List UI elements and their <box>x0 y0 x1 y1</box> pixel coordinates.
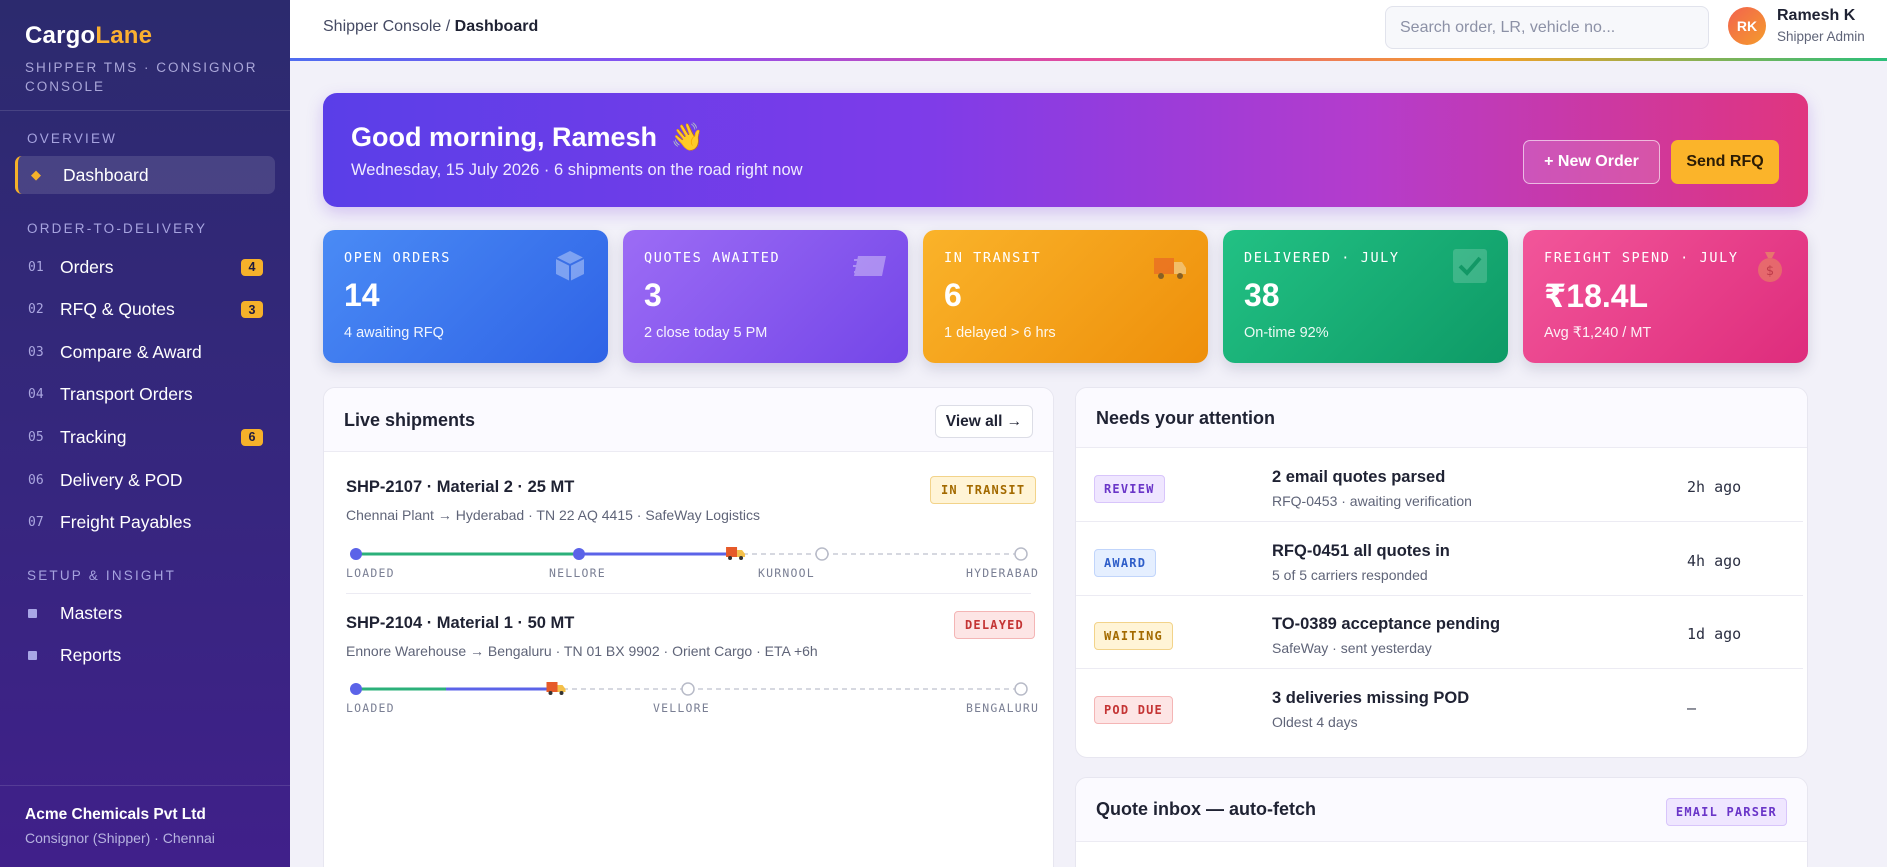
view-all-button[interactable]: View all → <box>935 405 1033 438</box>
attention-item[interactable]: AWARD RFQ-0451 all quotes in 5 of 5 carr… <box>1076 523 1803 596</box>
check-icon <box>1453 249 1487 283</box>
avatar[interactable]: RK <box>1728 7 1766 45</box>
nav-section-otd: ORDER-TO-DELIVERY <box>27 221 208 236</box>
welcome-banner: Good morning, Ramesh 👋 Wednesday, 15 Jul… <box>323 93 1808 207</box>
shipment-row[interactable]: SHP-2107 · Material 2 · 25 MT Chennai Pl… <box>346 478 1031 523</box>
shipment-row[interactable]: SHP-2104 · Material 1 · 50 MT Ennore War… <box>346 614 1031 659</box>
track-line <box>350 547 1028 561</box>
new-order-button[interactable]: + New Order <box>1523 140 1660 184</box>
top-header: Shipper Console / Dashboard Search order… <box>290 0 1887 61</box>
brand: CargoLane SHIPPER TMS · CONSIGNOR CONSOL… <box>0 0 290 111</box>
attention-badge: POD DUE <box>1094 696 1173 724</box>
user-role: Shipper Admin <box>1777 29 1865 44</box>
sidebar-item-compare-award[interactable]: 03 Compare & Award <box>15 333 275 371</box>
attention-item[interactable]: WAITING TO-0389 acceptance pending SafeW… <box>1076 596 1803 669</box>
truck-icon <box>546 682 566 695</box>
breadcrumb: Shipper Console / Dashboard <box>323 18 539 35</box>
stop-dot <box>1014 547 1028 561</box>
stat-card-freight-spend[interactable]: FREIGHT SPEND · JULY ₹18.4L Avg ₹1,240 /… <box>1523 230 1808 363</box>
sidebar-item-freight-payables[interactable]: 07 Freight Payables <box>15 504 275 542</box>
attention-badge: AWARD <box>1094 549 1157 577</box>
stat-card-delivered[interactable]: DELIVERED · JULY 38 On-time 92% <box>1223 230 1508 363</box>
user-name[interactable]: Ramesh K <box>1777 7 1855 25</box>
sidebar-item-tracking[interactable]: 05 Tracking 6 <box>15 418 275 456</box>
attention-badge: WAITING <box>1094 622 1173 650</box>
stop-dot <box>1014 682 1028 696</box>
dashboard-icon: ◆ <box>31 167 41 182</box>
brand-subtitle: SHIPPER TMS · CONSIGNOR CONSOLE <box>25 60 258 94</box>
nav-section-overview: OVERVIEW <box>27 131 118 146</box>
reports-icon <box>15 648 60 663</box>
send-rfq-button[interactable]: Send RFQ <box>1671 140 1779 184</box>
shipment-track: LOADED VELLORE BENGALURU <box>346 679 1038 719</box>
stop-dot <box>681 682 695 696</box>
stop-dot <box>350 683 362 695</box>
live-shipments-title: Live shipments <box>344 410 476 430</box>
track-line <box>350 682 1028 696</box>
breadcrumb-root[interactable]: Shipper Console <box>323 18 441 35</box>
attention-item[interactable]: POD DUE 3 deliveries missing POD Oldest … <box>1076 670 1803 743</box>
company-info: Acme Chemicals Pvt Ltd Consignor (Shippe… <box>0 785 290 867</box>
truck-icon <box>1154 258 1186 279</box>
count-badge: 6 <box>241 428 263 446</box>
stat-card-in-transit[interactable]: IN TRANSIT 6 1 delayed > 6 hrs <box>923 230 1208 363</box>
company-sub: Consignor (Shipper) · Chennai <box>25 830 215 846</box>
sidebar-item-dashboard[interactable]: ◆ Dashboard <box>15 156 275 194</box>
sidebar-item-transport-orders[interactable]: 04 Transport Orders <box>15 376 275 414</box>
sidebar: CargoLane SHIPPER TMS · CONSIGNOR CONSOL… <box>0 0 290 867</box>
greeting-subtitle: Wednesday, 15 July 2026 · 6 shipments on… <box>351 161 803 179</box>
attention-item[interactable]: REVIEW 2 email quotes parsed RFQ-0453 · … <box>1076 449 1803 522</box>
attention-title: Needs your attention <box>1096 408 1276 428</box>
stop-dot <box>573 548 585 560</box>
sidebar-item-masters[interactable]: Masters <box>15 594 275 632</box>
box-icon <box>555 251 585 281</box>
quote-inbox-title: Quote inbox — auto-fetch <box>1096 799 1316 819</box>
status-badge: IN TRANSIT <box>930 476 1037 504</box>
nav-section-setup: SETUP & INSIGHT <box>27 568 177 583</box>
company-name: Acme Chemicals Pvt Ltd <box>25 806 206 823</box>
masters-icon <box>15 606 60 621</box>
attention-badge: REVIEW <box>1094 475 1165 503</box>
status-badge: DELAYED <box>954 611 1035 639</box>
count-badge: 3 <box>241 301 263 319</box>
quote-icon <box>853 256 886 276</box>
wave-icon: 👋 <box>670 122 705 152</box>
stop-dot <box>815 547 829 561</box>
quote-inbox-panel: Quote inbox — auto-fetch EMAIL PARSER <box>1075 777 1808 867</box>
breadcrumb-current: Dashboard <box>454 18 539 35</box>
brand-logo[interactable]: CargoLane <box>25 22 265 50</box>
truck-icon <box>726 547 746 560</box>
svg-text:$: $ <box>1766 264 1774 279</box>
attention-panel: Needs your attention REVIEW 2 email quot… <box>1075 387 1808 758</box>
sidebar-item-orders[interactable]: 01 Orders 4 <box>15 248 275 286</box>
greeting: Good morning, Ramesh 👋 <box>351 122 705 152</box>
count-badge: 4 <box>241 258 263 276</box>
sidebar-item-reports[interactable]: Reports <box>15 636 275 674</box>
money-bag-icon: $ <box>1758 252 1782 282</box>
header-accent-line <box>290 58 1887 61</box>
live-shipments-panel: Live shipments View all → SHP-2107 · Mat… <box>323 387 1054 867</box>
shipment-track: LOADED NELLORE KURNOOL HYDERABAD <box>346 544 1038 584</box>
stat-card-open-orders[interactable]: OPEN ORDERS 14 4 awaiting RFQ <box>323 230 608 363</box>
sidebar-item-rfq-quotes[interactable]: 02 RFQ & Quotes 3 <box>15 291 275 329</box>
stat-card-quotes-awaited[interactable]: QUOTES AWAITED 3 2 close today 5 PM <box>623 230 908 363</box>
search-input[interactable]: Search order, LR, vehicle no... <box>1385 6 1709 49</box>
sidebar-item-delivery-pod[interactable]: 06 Delivery & POD <box>15 461 275 499</box>
stop-dot <box>350 548 362 560</box>
email-parser-badge: EMAIL PARSER <box>1665 798 1787 826</box>
